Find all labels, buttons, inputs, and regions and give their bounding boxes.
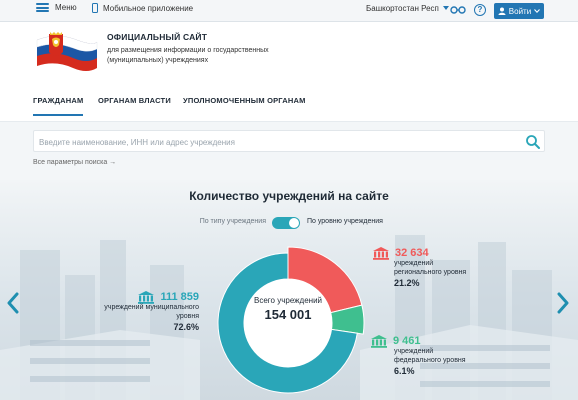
mobile-app-link[interactable]: Мобильное приложение bbox=[92, 3, 193, 13]
search-icon[interactable] bbox=[525, 134, 541, 150]
nav-authorized-bodies[interactable]: УПОЛНОМОЧЕННЫМ ОРГАНАМ bbox=[183, 96, 306, 105]
federal-percent: 6.1% bbox=[394, 366, 415, 376]
regional-count: 32 634 bbox=[395, 247, 429, 259]
federal-count: 9 461 bbox=[393, 335, 421, 347]
chevron-down-icon bbox=[534, 9, 541, 13]
building-icon bbox=[371, 335, 387, 348]
municipal-label: учреждений муниципального уровня bbox=[104, 304, 199, 320]
toggle-switch[interactable] bbox=[272, 217, 300, 229]
municipal-count: 111 859 bbox=[160, 291, 199, 303]
user-icon bbox=[498, 7, 506, 15]
region-selector[interactable]: Башкортостан Респ bbox=[366, 4, 449, 13]
search-area: Все параметры поиска → bbox=[0, 122, 578, 180]
total-label: Всего учреждений bbox=[254, 296, 322, 305]
mobile-app-label: Мобильное приложение bbox=[103, 3, 194, 13]
total-value: 154 001 bbox=[264, 307, 312, 322]
donut-center: Всего учреждений 154 001 bbox=[238, 296, 338, 322]
donut-hole bbox=[244, 279, 332, 367]
arrow-left-icon[interactable] bbox=[6, 292, 20, 314]
building-icon bbox=[373, 247, 389, 260]
stat-federal[interactable]: 9 461 учреждений федерального уровня 6.1… bbox=[370, 334, 474, 376]
site-subtitle: для размещения информации о государствен… bbox=[107, 47, 269, 64]
stats-title: Количество учреждений на сайте bbox=[189, 189, 389, 203]
site-header: ОФИЦИАЛЬНЫЙ САЙТ для размещения информац… bbox=[0, 22, 578, 92]
phone-icon bbox=[92, 3, 98, 13]
login-label: Войти bbox=[508, 6, 532, 16]
top-bar: Меню Мобильное приложение Башкортостан Р… bbox=[0, 0, 578, 22]
nav-authorities[interactable]: ОРГАНАМ ВЛАСТИ bbox=[98, 96, 171, 105]
help-icon[interactable]: ? bbox=[474, 4, 486, 16]
site-title: ОФИЦИАЛЬНЫЙ САЙТ bbox=[107, 32, 208, 42]
toggle-by-level-label[interactable]: По уровню учреждения bbox=[307, 218, 383, 225]
stat-regional[interactable]: 32 634 учреждений регионального уровня 2… bbox=[372, 246, 474, 288]
menu-label: Меню bbox=[55, 3, 77, 12]
federal-label: учреждений федерального уровня bbox=[394, 348, 466, 364]
building-icon bbox=[138, 291, 155, 304]
login-button[interactable]: Войти bbox=[494, 3, 544, 19]
view-toggle: По типу учреждения По уровню учреждения bbox=[0, 216, 578, 230]
search-input[interactable] bbox=[39, 135, 509, 149]
search-box bbox=[33, 130, 545, 152]
menu-button[interactable]: Меню bbox=[36, 3, 77, 12]
toggle-by-type-label[interactable]: По типу учреждения bbox=[200, 218, 266, 225]
regional-label: учреждений регионального уровня bbox=[394, 260, 467, 276]
donut-chart bbox=[217, 246, 365, 394]
nav-citizens[interactable]: ГРАЖДАНАМ bbox=[33, 96, 84, 116]
stats-section: Количество учреждений на сайте По типу у… bbox=[0, 180, 578, 400]
main-nav: ГРАЖДАНАМ ОРГАНАМ ВЛАСТИ УПОЛНОМОЧЕННЫМ … bbox=[0, 86, 578, 122]
regional-percent: 21.2% bbox=[394, 278, 420, 288]
stat-municipal[interactable]: 111 859 учреждений муниципального уровня… bbox=[95, 290, 199, 332]
menu-icon bbox=[36, 3, 49, 12]
all-search-params-link[interactable]: Все параметры поиска → bbox=[33, 159, 116, 166]
municipal-percent: 72.6% bbox=[173, 322, 199, 332]
glasses-icon[interactable] bbox=[450, 5, 466, 15]
russian-flag-emblem-icon[interactable] bbox=[33, 30, 99, 78]
arrow-right-icon[interactable] bbox=[556, 292, 570, 314]
